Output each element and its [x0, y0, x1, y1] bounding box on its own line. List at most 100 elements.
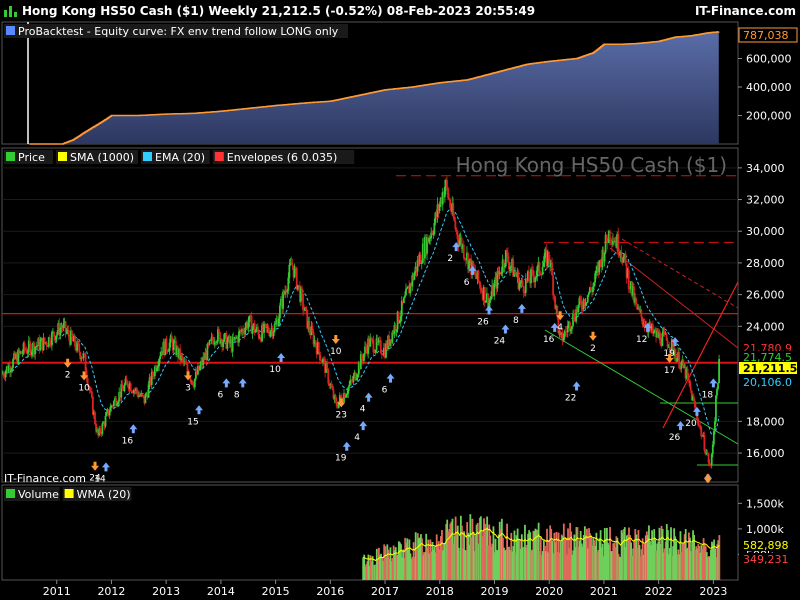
candle-body-460 [484, 300, 487, 303]
candle-body-88 [94, 412, 96, 425]
candle-body-42 [45, 342, 48, 346]
candle-body-671 [706, 452, 709, 454]
candle-body-8 [10, 369, 12, 373]
candle-body-654 [688, 379, 691, 387]
candle-body-73 [78, 344, 81, 353]
candle-body-606 [638, 307, 641, 311]
sell-signal-label-4: 10 [330, 347, 342, 357]
candle-body-556 [585, 302, 588, 304]
candle-body-234 [247, 322, 250, 329]
candle-body-128 [136, 388, 138, 393]
x-tick-label-9: 2020 [535, 585, 563, 598]
candle-body-573 [603, 252, 606, 262]
candle-body-26 [28, 340, 31, 344]
candle-body-409 [431, 232, 434, 235]
x-tick-label-10: 2021 [590, 585, 618, 598]
equity-y-axis: 600,000 400,000 200,000 [738, 53, 792, 123]
candle-body-235 [248, 315, 251, 323]
candle-body-608 [640, 309, 643, 317]
candle-body-161 [170, 335, 173, 340]
volume-tick-label-0: 1,500k [746, 497, 784, 510]
chart-canvas[interactable]: ProBacktest - Equity curve: FX env trend… [0, 0, 800, 600]
price-watermark-site: IT-Finance.com [4, 472, 86, 485]
candle-body-560 [590, 287, 592, 290]
price-legend-label-0: Price [18, 151, 45, 164]
volume-legend: Volume WMA (20) [4, 487, 132, 501]
candle-body-646 [680, 362, 683, 369]
candle-body-593 [624, 253, 627, 264]
candle-body-548 [577, 304, 580, 313]
candle-body-93 [99, 428, 102, 434]
buy-signal-label-5: 10 [269, 365, 281, 375]
candle-body-496 [522, 286, 525, 293]
candle-body-423 [446, 180, 448, 188]
candle-body-589 [620, 251, 623, 259]
sell-signal-label-6: 4 [557, 323, 563, 333]
candle-body-229 [242, 329, 245, 333]
sell-signal-label-1: 10 [78, 383, 90, 393]
candle-body-292 [308, 321, 311, 332]
volume-bar-339 [718, 535, 721, 580]
candle-body-174 [184, 361, 187, 365]
candle-body-49 [53, 331, 55, 337]
candle-body-565 [595, 270, 598, 274]
candle-body-524 [552, 275, 554, 296]
buy-signal-label-6: 19 [335, 454, 347, 464]
candle-body-301 [317, 342, 320, 352]
candle-body-149 [158, 358, 160, 367]
candle-body-516 [543, 253, 546, 263]
candle-body-86 [92, 396, 94, 415]
candle-body-78 [83, 353, 86, 355]
candle-body-453 [477, 270, 480, 282]
candle-body-525 [553, 295, 556, 297]
candle-body-430 [453, 216, 456, 222]
candle-body-332 [350, 379, 353, 381]
candle-body-596 [627, 269, 630, 289]
candle-body-483 [509, 266, 511, 270]
candle-body-569 [599, 260, 602, 262]
candle-body-95 [101, 423, 104, 434]
candle-body-139 [147, 384, 150, 398]
buy-signal-label-20: 26 [669, 433, 681, 443]
candle-body-60 [64, 321, 67, 333]
x-tick-label-12: 2023 [699, 585, 727, 598]
price-legend-label-3: Envelopes (6 0.035) [227, 151, 338, 164]
candle-body-103 [109, 405, 112, 412]
volume-tag-label-1: 349,231 [743, 553, 789, 566]
candle-body-322 [339, 395, 342, 397]
candle-body-632 [665, 333, 668, 341]
volume-legend-swatch-0 [6, 489, 15, 498]
candle-body-398 [419, 254, 422, 264]
price-legend-swatch-0 [6, 152, 15, 161]
price-legend-swatch-1 [58, 152, 67, 161]
candle-body-664 [699, 425, 702, 427]
candle-body-464 [489, 299, 491, 303]
price-legend-label-2: EMA (20) [155, 151, 205, 164]
candle-body-429 [452, 203, 455, 217]
candle-body-603 [635, 298, 637, 304]
volume-tags: 582,898349,231 [739, 539, 797, 566]
sell-signal-label-5: 23 [336, 410, 347, 420]
candle-body-481 [507, 252, 509, 262]
candle-body-439 [462, 244, 465, 259]
price-legend-swatch-2 [143, 152, 152, 161]
candle-body-116 [123, 384, 126, 391]
candle-body-609 [641, 316, 644, 325]
candle-body-432 [455, 229, 458, 232]
candle-body-147 [156, 367, 158, 372]
sell-signal-label-7: 2 [590, 344, 596, 354]
candle-body-40 [43, 337, 46, 343]
candle-body-507 [534, 277, 537, 283]
candle-body-183 [193, 378, 196, 388]
candle-body-156 [165, 338, 168, 351]
candle-body-310 [327, 369, 330, 384]
candle-body-682 [718, 358, 720, 384]
candle-body-455 [479, 284, 482, 291]
candle-body-450 [474, 270, 477, 277]
candle-body-534 [562, 337, 565, 342]
candle-body-440 [463, 258, 466, 260]
candle-body-659 [694, 401, 696, 408]
candle-body-136 [144, 394, 147, 404]
candle-body-597 [628, 288, 631, 290]
candle-body-19 [21, 352, 24, 354]
